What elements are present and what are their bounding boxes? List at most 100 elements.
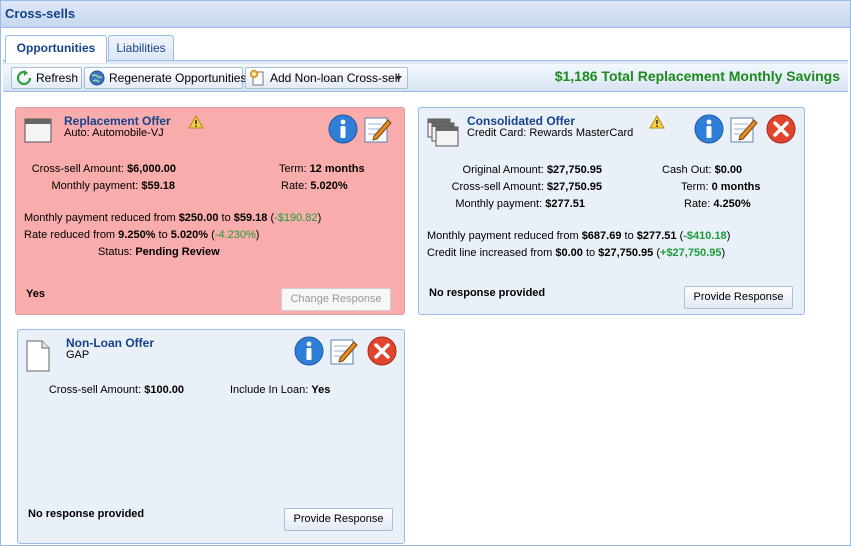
consolidated-offer-title[interactable]: Consolidated Offer bbox=[467, 114, 575, 128]
stacked-windows-icon bbox=[427, 118, 459, 147]
payment-change-delta: -$410.18 bbox=[683, 230, 727, 242]
change-response-button[interactable]: Change Response bbox=[281, 288, 391, 311]
rate-change-to: 5.020% bbox=[170, 229, 209, 241]
credit-line-change-open: ( bbox=[653, 247, 661, 259]
rate-label: Rate: bbox=[684, 198, 711, 210]
info-icon[interactable] bbox=[694, 114, 724, 144]
credit-line-change-line: Credit line increased from $0.00 to $27,… bbox=[427, 247, 725, 259]
response-value: Yes bbox=[26, 288, 45, 300]
cash-out-label: Cash Out: bbox=[662, 164, 712, 176]
refresh-button[interactable]: Refresh bbox=[11, 67, 82, 89]
edit-icon[interactable] bbox=[328, 336, 358, 366]
rate-value: 4.250% bbox=[713, 198, 751, 210]
delete-icon[interactable] bbox=[766, 114, 796, 144]
replacement-offer-card: Replacement Offer Auto: Automobile-VJ Cr… bbox=[15, 107, 405, 315]
panel-header: Cross-sells bbox=[1, 1, 850, 28]
payment-change-prefix: Monthly payment reduced from bbox=[24, 212, 179, 224]
monthly-payment-value: $59.18 bbox=[141, 180, 175, 192]
credit-line-change-to: $27,750.95 bbox=[598, 247, 654, 259]
credit-line-change-prefix: Credit line increased from bbox=[427, 247, 556, 259]
monthly-payment-row: Monthly payment: $59.18 bbox=[16, 180, 175, 192]
term-label: Term: bbox=[681, 181, 709, 193]
response-value: No response provided bbox=[28, 508, 145, 520]
term-value: 12 months bbox=[309, 163, 365, 175]
rate-change-open: ( bbox=[208, 229, 215, 241]
add-document-icon bbox=[250, 70, 264, 86]
rate-change-prefix: Rate reduced from bbox=[24, 229, 119, 241]
replacement-offer-subtitle: Auto: Automobile-VJ bbox=[64, 127, 164, 139]
payment-change-close: ) bbox=[317, 212, 322, 224]
non-loan-offer-subtitle: GAP bbox=[66, 349, 90, 361]
status-value: Pending Review bbox=[135, 246, 220, 258]
provide-response-button[interactable]: Provide Response bbox=[684, 286, 793, 309]
credit-line-change-delta: +$27,750.95 bbox=[660, 247, 722, 259]
add-non-loan-cross-sell-button[interactable]: Add Non-loan Cross-sell bbox=[245, 67, 408, 89]
add-non-loan-label: Add Non-loan Cross-sell bbox=[270, 71, 401, 85]
response-value: No response provided bbox=[429, 287, 546, 299]
cash-out-value: $0.00 bbox=[714, 164, 743, 176]
regenerate-label: Regenerate Opportunities bbox=[109, 71, 247, 85]
monthly-payment-value: $277.51 bbox=[545, 198, 585, 210]
rate-change-from: 9.250% bbox=[118, 229, 156, 241]
non-loan-offer-title[interactable]: Non-Loan Offer bbox=[66, 336, 154, 350]
status-row: Status: Pending Review bbox=[98, 246, 220, 258]
refresh-label: Refresh bbox=[36, 71, 79, 85]
payment-change-to-word: to bbox=[218, 212, 234, 224]
provide-response-button[interactable]: Provide Response bbox=[284, 508, 393, 531]
edit-icon[interactable] bbox=[728, 114, 758, 144]
replacement-offer-title[interactable]: Replacement Offer bbox=[64, 114, 171, 128]
payment-change-close: ) bbox=[726, 230, 731, 242]
edit-icon[interactable] bbox=[362, 114, 392, 144]
cross-sell-amount-label: Cross-sell Amount: bbox=[31, 163, 124, 175]
status-label: Status: bbox=[98, 246, 133, 258]
tab-opportunities[interactable]: Opportunities bbox=[5, 35, 107, 63]
refresh-icon bbox=[16, 70, 32, 86]
rate-change-close: ) bbox=[255, 229, 260, 241]
warning-icon bbox=[188, 115, 204, 129]
original-amount-label: Original Amount: bbox=[462, 164, 544, 176]
credit-line-change-to-word: to bbox=[582, 247, 599, 259]
opportunities-content: Replacement Offer Auto: Automobile-VJ Cr… bbox=[3, 93, 848, 544]
original-amount-row: Original Amount: $27,750.95 bbox=[419, 164, 602, 176]
payment-change-from: $687.69 bbox=[581, 230, 622, 242]
credit-line-change-from: $0.00 bbox=[555, 247, 583, 259]
term-label: Term: bbox=[279, 163, 307, 175]
info-icon[interactable] bbox=[294, 336, 324, 366]
term-value: 0 months bbox=[711, 181, 761, 193]
non-loan-offer-card: Non-Loan Offer GAP Cross-sell Amount: $1… bbox=[17, 329, 405, 544]
rate-change-line: Rate reduced from 9.250% to 5.020% (-4.2… bbox=[24, 229, 259, 241]
globe-icon bbox=[89, 70, 105, 86]
payment-change-to-word: to bbox=[621, 230, 637, 242]
cross-sell-amount-value: $100.00 bbox=[144, 384, 184, 396]
payment-change-from: $250.00 bbox=[178, 212, 219, 224]
tab-liabilities[interactable]: Liabilities bbox=[108, 35, 174, 62]
rate-row: Rate: 5.020% bbox=[281, 180, 348, 192]
include-in-loan-row: Include In Loan: Yes bbox=[230, 384, 330, 396]
include-in-loan-label: Include In Loan: bbox=[230, 384, 309, 396]
rate-label: Rate: bbox=[281, 180, 308, 192]
cross-sell-amount-label: Cross-sell Amount: bbox=[451, 181, 544, 193]
panel-title: Cross-sells bbox=[5, 6, 76, 21]
monthly-payment-label: Monthly payment: bbox=[51, 180, 139, 192]
original-amount-value: $27,750.95 bbox=[546, 164, 602, 176]
delete-icon[interactable] bbox=[367, 336, 397, 366]
consolidated-offer-card: Consolidated Offer Credit Card: Rewards … bbox=[418, 107, 805, 315]
cross-sell-amount-row: Cross-sell Amount: $6,000.00 bbox=[16, 163, 176, 175]
total-savings-text: $1,186 Total Replacement Monthly Savings bbox=[554, 68, 840, 84]
rate-change-to-word: to bbox=[155, 229, 171, 241]
rate-row: Rate: 4.250% bbox=[684, 198, 751, 210]
consolidated-offer-subtitle: Credit Card: Rewards MasterCard bbox=[467, 127, 634, 139]
cross-sell-amount-label: Cross-sell Amount: bbox=[48, 384, 142, 396]
regenerate-opportunities-button[interactable]: Regenerate Opportunities bbox=[84, 67, 247, 89]
window-icon bbox=[24, 118, 52, 143]
payment-change-delta: -$190.82 bbox=[274, 212, 318, 224]
term-row: Term: 0 months bbox=[681, 181, 760, 193]
cross-sell-amount-value: $27,750.95 bbox=[546, 181, 602, 193]
warning-icon bbox=[649, 115, 665, 129]
term-row: Term: 12 months bbox=[279, 163, 365, 175]
chevron-down-icon[interactable] bbox=[395, 76, 402, 81]
cross-sell-amount-row: Cross-sell Amount: $100.00 bbox=[18, 384, 184, 396]
info-icon[interactable] bbox=[328, 114, 358, 144]
monthly-payment-label: Monthly payment: bbox=[455, 198, 543, 210]
payment-change-to: $59.18 bbox=[233, 212, 268, 224]
